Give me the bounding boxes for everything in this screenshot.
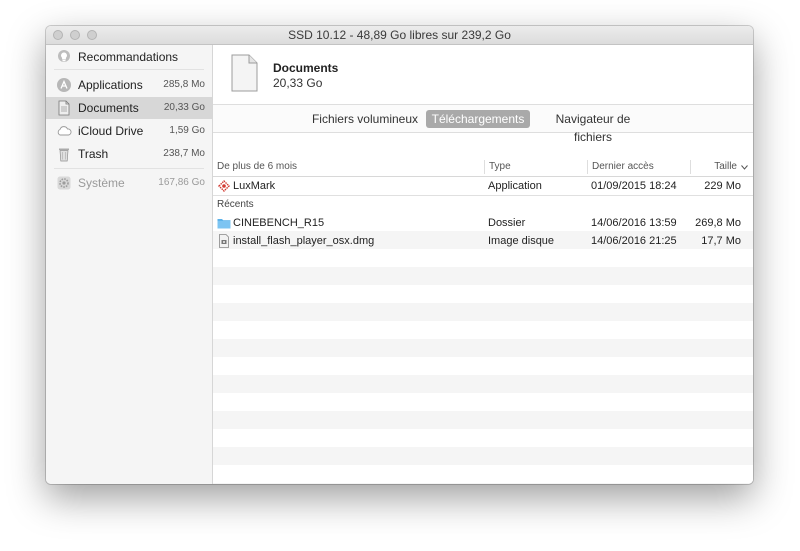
tab-telechargements[interactable]: Téléchargements [426, 110, 530, 128]
file-size: 17,7 Mo [701, 235, 741, 247]
sidebar-item-size: 1,59 Go [169, 125, 205, 136]
document-icon [231, 54, 258, 92]
table-row[interactable]: install_flash_player_osx.dmg Image disqu… [213, 232, 753, 250]
column-divider[interactable] [484, 160, 485, 174]
sidebar-item-applications[interactable]: Applications 285,8 Mo [46, 74, 212, 96]
column-header-type[interactable]: Type [489, 161, 511, 172]
page-title: Documents [273, 61, 339, 75]
document-icon [58, 100, 70, 116]
section-label: Récents [217, 199, 254, 210]
sidebar-item-label: Recommandations [78, 50, 179, 64]
app-window: SSD 10.12 - 48,89 Go libres sur 239,2 Go… [46, 26, 753, 484]
sidebar-item-label: Documents [78, 101, 139, 115]
main-panel: Documents 20,33 Go Fichiers volumineux T… [213, 45, 753, 484]
sidebar-item-systeme[interactable]: Système 167,86 Go [46, 172, 212, 194]
table-row[interactable]: LuxMark Application 01/09/2015 18:24 229… [213, 177, 753, 195]
file-size: 229 Mo [704, 180, 741, 192]
sidebar-item-documents[interactable]: Documents 20,33 Go [46, 97, 212, 119]
lightbulb-icon [58, 50, 70, 62]
sidebar-item-label: Applications [78, 78, 143, 92]
sidebar-item-size: 20,33 Go [163, 102, 205, 113]
trash-icon [59, 148, 69, 162]
tab-navigateur-de-fichiers[interactable]: Navigateur de fichiers [535, 110, 651, 144]
column-header-size[interactable]: Taille [714, 161, 737, 172]
file-date: 14/06/2016 13:59 [591, 217, 677, 229]
file-type: Image disque [488, 235, 555, 247]
file-list: LuxMark Application 01/09/2015 18:24 229… [213, 177, 753, 484]
sidebar-item-size: 167,86 Go [158, 177, 205, 188]
sidebar-item-label: iCloud Drive [78, 124, 144, 138]
section-header: Récents [213, 195, 753, 214]
file-date: 14/06/2016 21:25 [591, 235, 677, 247]
file-type: Dossier [488, 217, 526, 229]
sidebar-item-label: Trash [78, 147, 109, 161]
title-bar: SSD 10.12 - 48,89 Go libres sur 239,2 Go [46, 26, 753, 45]
file-type: Application [488, 180, 542, 192]
column-divider[interactable] [690, 160, 691, 174]
sidebar-divider [54, 69, 204, 70]
sidebar-item-label: Système [78, 176, 125, 190]
column-header-name[interactable]: De plus de 6 mois [217, 161, 297, 172]
gear-icon [57, 176, 71, 190]
sidebar-item-trash[interactable]: Trash 238,7 Mo [46, 143, 212, 165]
file-name: CINEBENCH_R15 [233, 217, 325, 229]
chevron-down-icon[interactable] [741, 165, 748, 170]
file-date: 01/09/2015 18:24 [591, 180, 677, 192]
window-title: SSD 10.12 - 48,89 Go libres sur 239,2 Go [288, 28, 511, 42]
sidebar-item-size: 285,8 Mo [163, 79, 205, 90]
column-divider[interactable] [587, 160, 588, 174]
disk-image-icon [219, 234, 229, 248]
column-header-date[interactable]: Dernier accès [592, 161, 654, 172]
tab-bar: Fichiers volumineux Téléchargements Navi… [213, 104, 753, 144]
sidebar-item-size: 238,7 Mo [163, 148, 205, 159]
sidebar-item-icloud-drive[interactable]: iCloud Drive 1,59 Go [46, 120, 212, 142]
app-store-icon [57, 78, 71, 92]
sidebar: Recommandations Applications 285,8 Mo Do… [46, 45, 213, 484]
sidebar-item-recommendations[interactable]: Recommandations [46, 46, 212, 68]
table-row[interactable]: CINEBENCH_R15 Dossier 14/06/2016 13:59 2… [213, 214, 753, 232]
folder-icon [217, 219, 231, 229]
file-size: 269,8 Mo [695, 217, 741, 229]
sidebar-divider [54, 168, 204, 169]
tab-fichiers-volumineux[interactable]: Fichiers volumineux [311, 110, 419, 128]
file-name: install_flash_player_osx.dmg [233, 235, 375, 247]
cloud-icon [57, 126, 72, 136]
page-size: 20,33 Go [273, 76, 323, 90]
luxmark-icon [218, 180, 230, 192]
column-header: De plus de 6 mois Type Dernier accès Tai… [213, 158, 753, 177]
file-name: LuxMark [233, 180, 276, 192]
